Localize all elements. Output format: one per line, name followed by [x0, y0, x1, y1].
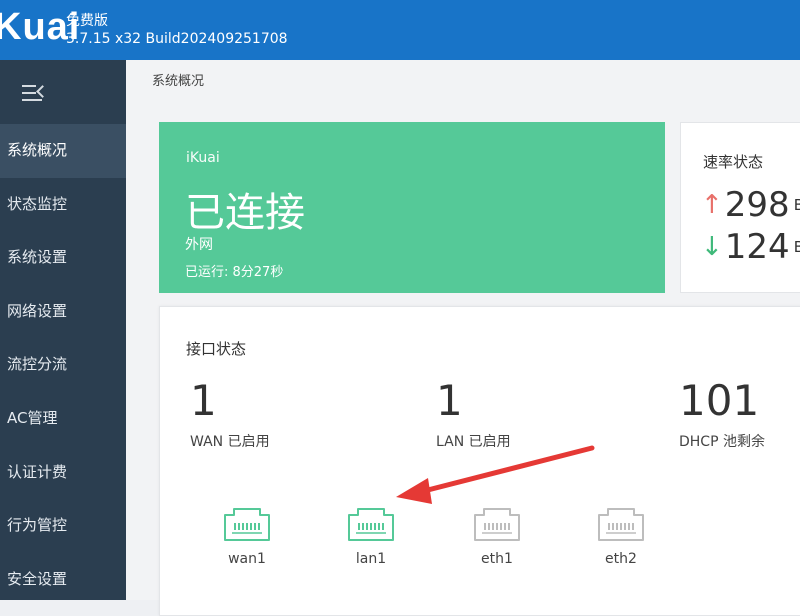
- sidebar-nav: 系统概况 状态监控 系统设置 网络设置 流控分流 AC管理 认证计费 行为管控 …: [0, 124, 126, 606]
- ethernet-port-icon: [474, 508, 520, 541]
- lan-stat: 1 LAN 已启用: [436, 377, 511, 451]
- lan-label: LAN 已启用: [436, 434, 511, 450]
- wan-stat: 1 WAN 已启用: [190, 377, 270, 451]
- dhcp-stat: 101 DHCP 池剩余: [679, 377, 765, 451]
- sidebar-item-auth-billing[interactable]: 认证计费: [0, 446, 126, 500]
- connection-status-card: iKuai 已连接 外网 已运行: 8分27秒: [159, 122, 665, 293]
- top-header: Kuai 免费版 3.7.15 x32 Build202409251708: [0, 0, 800, 60]
- connection-uptime: 已运行: 8分27秒: [185, 265, 284, 280]
- sidebar-item-ac-management[interactable]: AC管理: [0, 392, 126, 446]
- upload-rate-unit: B/: [793, 196, 800, 214]
- sidebar-item-system-settings[interactable]: 系统设置: [0, 231, 126, 285]
- build-version: 3.7.15 x32 Build202409251708: [66, 31, 288, 47]
- sidebar-item-status-monitor[interactable]: 状态监控: [0, 178, 126, 232]
- sidebar-item-behavior-control[interactable]: 行为管控: [0, 499, 126, 553]
- sidebar-item-security-settings[interactable]: 安全设置: [0, 553, 126, 607]
- interface-status-card: 接口状态 1 WAN 已启用 1 LAN 已启用 101 DHCP 池剩余 wa…: [159, 306, 800, 616]
- upload-rate-value: 298: [724, 185, 790, 225]
- interface-status-title: 接口状态: [186, 340, 247, 358]
- port-label: wan1: [228, 551, 266, 567]
- port-wan1[interactable]: wan1: [216, 503, 278, 567]
- sidebar-item-network-settings[interactable]: 网络设置: [0, 285, 126, 339]
- dhcp-pool-count: 101: [679, 376, 760, 425]
- download-arrow-icon: ↓: [701, 232, 723, 262]
- ethernet-port-icon: [598, 508, 644, 541]
- upload-arrow-icon: ↑: [701, 190, 723, 220]
- breadcrumb: 系统概况: [152, 74, 205, 89]
- ethernet-port-icon: [224, 508, 270, 541]
- menu-collapse-icon[interactable]: [22, 82, 49, 106]
- download-rate: ↓124B/: [701, 227, 800, 267]
- rate-status-card: 速率状态 ↑298B/ ↓124B/: [680, 122, 800, 293]
- wan-label: WAN 已启用: [190, 434, 270, 450]
- sidebar-item-flow-control[interactable]: 流控分流: [0, 338, 126, 392]
- port-label: eth2: [605, 551, 637, 567]
- lan-count: 1: [436, 376, 463, 425]
- connection-status: 已连接: [185, 190, 305, 236]
- download-rate-unit: B/: [793, 238, 800, 256]
- port-eth2[interactable]: eth2: [590, 503, 652, 567]
- wan-count: 1: [190, 376, 217, 425]
- edition-label: 免费版: [66, 13, 108, 29]
- connection-network: 外网: [185, 237, 213, 253]
- port-label: lan1: [355, 551, 387, 567]
- ethernet-port-icon: [348, 508, 394, 541]
- port-lan1[interactable]: lan1: [340, 503, 402, 567]
- connection-brand: iKuai: [186, 150, 220, 166]
- download-rate-value: 124: [724, 227, 790, 267]
- upload-rate: ↑298B/: [701, 185, 800, 225]
- rate-title: 速率状态: [703, 153, 764, 171]
- sidebar-item-system-overview[interactable]: 系统概况: [0, 124, 126, 178]
- port-label: eth1: [481, 551, 513, 567]
- port-eth1[interactable]: eth1: [466, 503, 528, 567]
- dhcp-pool-label: DHCP 池剩余: [679, 434, 765, 450]
